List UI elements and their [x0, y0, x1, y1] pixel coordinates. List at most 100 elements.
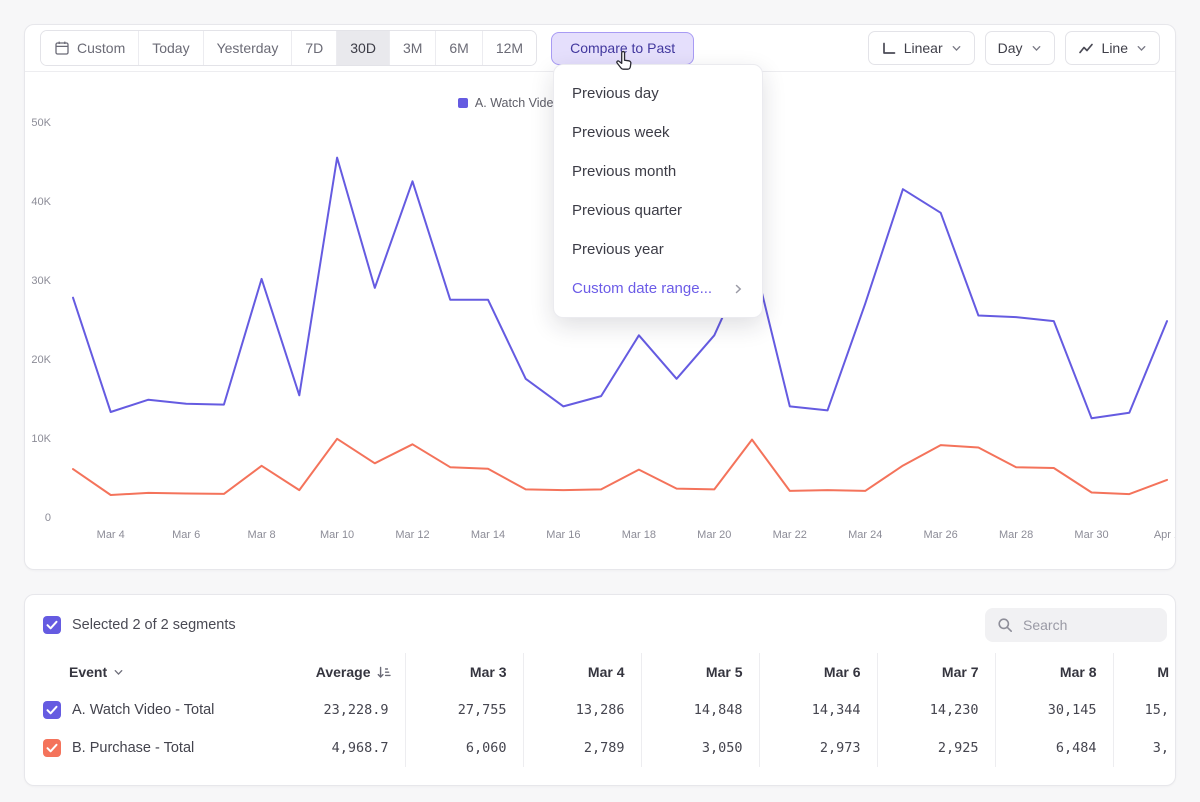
preset-6m-button[interactable]: 6M	[435, 31, 481, 65]
preset-today-button[interactable]: Today	[138, 31, 202, 65]
svg-text:Mar 16: Mar 16	[546, 529, 580, 541]
cell: 2,789	[523, 729, 641, 767]
chart-type-value: Line	[1102, 40, 1128, 56]
preset-12m-button[interactable]: 12M	[482, 31, 536, 65]
custom-date-range-label: Custom date range...	[572, 280, 712, 297]
svg-text:Mar 12: Mar 12	[395, 529, 429, 541]
svg-text:Mar 18: Mar 18	[622, 529, 656, 541]
cell: 6,060	[405, 729, 523, 767]
cell: 14,230	[877, 691, 995, 729]
sort-icon	[377, 666, 391, 679]
preset-3m-button[interactable]: 3M	[389, 31, 435, 65]
table-row-watch-video[interactable]: A. Watch Video - Total 23,228.9 27,755 1…	[25, 691, 1175, 729]
compare-menu: Previous day Previous week Previous mont…	[553, 64, 763, 318]
svg-text:40K: 40K	[31, 196, 51, 208]
search-icon	[997, 617, 1013, 633]
menu-item-custom-date-range[interactable]: Custom date range...	[554, 269, 762, 308]
date-range-segmented-control: Custom Today Yesterday 7D 30D 3M 6M 12M	[40, 30, 537, 66]
column-event[interactable]: Event	[25, 653, 281, 691]
svg-text:Mar 20: Mar 20	[697, 529, 731, 541]
compare-to-past-button[interactable]: Compare to Past	[551, 32, 694, 65]
chart-type-dropdown[interactable]: Line	[1065, 31, 1160, 65]
column-mar-5: Mar 5	[641, 653, 759, 691]
menu-item-previous-quarter[interactable]: Previous quarter	[554, 191, 762, 230]
svg-text:10K: 10K	[31, 433, 51, 445]
preset-yesterday-button[interactable]: Yesterday	[203, 31, 292, 65]
select-all-checkbox[interactable]	[43, 616, 61, 634]
column-average[interactable]: Average	[281, 653, 405, 691]
cell-clipped: 15,	[1113, 691, 1175, 729]
cell: 2,973	[759, 729, 877, 767]
line-chart-icon	[1078, 41, 1094, 56]
chevron-down-icon	[1031, 43, 1042, 54]
cell: 14,344	[759, 691, 877, 729]
scale-value: Linear	[904, 40, 943, 56]
row-checkbox[interactable]	[43, 739, 61, 757]
cell: 30,145	[995, 691, 1113, 729]
analytics-page: Custom Today Yesterday 7D 30D 3M 6M 12M …	[0, 0, 1200, 802]
search-box[interactable]	[985, 608, 1167, 642]
interval-value: Day	[998, 40, 1023, 56]
calendar-icon	[54, 40, 70, 56]
cell: 2,925	[877, 729, 995, 767]
cell: 3,050	[641, 729, 759, 767]
column-mar-3: Mar 3	[405, 653, 523, 691]
svg-text:30K: 30K	[31, 275, 51, 287]
svg-text:20K: 20K	[31, 354, 51, 366]
menu-item-previous-day[interactable]: Previous day	[554, 74, 762, 113]
cell: 13,286	[523, 691, 641, 729]
preset-label: Custom	[77, 40, 125, 56]
axis-icon	[881, 41, 896, 56]
series-label: A. Watch Video - Total	[72, 702, 214, 718]
preset-30d-button[interactable]: 30D	[336, 31, 389, 65]
menu-item-previous-week[interactable]: Previous week	[554, 113, 762, 152]
column-mar-6: Mar 6	[759, 653, 877, 691]
svg-text:Mar 24: Mar 24	[848, 529, 882, 541]
search-input[interactable]	[1021, 616, 1155, 634]
average-header-label: Average	[316, 664, 371, 680]
event-header-label: Event	[69, 664, 107, 680]
segments-bar: Selected 2 of 2 segments	[25, 595, 1175, 653]
svg-text:Mar 10: Mar 10	[320, 529, 354, 541]
selected-segments-text: Selected 2 of 2 segments	[72, 617, 236, 633]
svg-text:Apr 1: Apr 1	[1154, 529, 1175, 541]
row-checkbox[interactable]	[43, 701, 61, 719]
svg-text:Mar 30: Mar 30	[1074, 529, 1108, 541]
scale-dropdown[interactable]: Linear	[868, 31, 975, 65]
series-a-swatch	[458, 98, 468, 108]
svg-text:Mar 22: Mar 22	[773, 529, 807, 541]
preset-custom-button[interactable]: Custom	[41, 31, 138, 65]
cell: 6,484	[995, 729, 1113, 767]
series-label: B. Purchase - Total	[72, 740, 194, 756]
column-mar-8: Mar 8	[995, 653, 1113, 691]
cell-clipped: 3,	[1113, 729, 1175, 767]
segments-table: Event Average	[25, 653, 1175, 767]
preset-7d-button[interactable]: 7D	[291, 31, 336, 65]
table-header-row: Event Average	[25, 653, 1175, 691]
table-row-purchase[interactable]: B. Purchase - Total 4,968.7 6,060 2,789 …	[25, 729, 1175, 767]
chevron-down-icon	[1136, 43, 1147, 54]
cell: 14,848	[641, 691, 759, 729]
segments-table-card: Selected 2 of 2 segments Event	[24, 594, 1176, 786]
svg-text:Mar 14: Mar 14	[471, 529, 505, 541]
cell-average: 23,228.9	[281, 691, 405, 729]
menu-item-previous-year[interactable]: Previous year	[554, 230, 762, 269]
column-clipped: M	[1113, 653, 1175, 691]
cell-average: 4,968.7	[281, 729, 405, 767]
svg-text:0: 0	[45, 512, 51, 524]
column-mar-7: Mar 7	[877, 653, 995, 691]
chevron-right-icon	[732, 283, 744, 295]
chevron-down-icon	[951, 43, 962, 54]
column-mar-4: Mar 4	[523, 653, 641, 691]
chevron-down-icon	[113, 667, 124, 678]
cell: 27,755	[405, 691, 523, 729]
svg-text:Mar 28: Mar 28	[999, 529, 1033, 541]
interval-dropdown[interactable]: Day	[985, 31, 1055, 65]
svg-text:Mar 4: Mar 4	[97, 529, 125, 541]
svg-text:50K: 50K	[31, 117, 51, 129]
svg-text:Mar 8: Mar 8	[248, 529, 276, 541]
menu-item-previous-month[interactable]: Previous month	[554, 152, 762, 191]
svg-text:Mar 6: Mar 6	[172, 529, 200, 541]
chart-options-group: Linear Day Line	[868, 31, 1160, 65]
svg-text:Mar 26: Mar 26	[924, 529, 958, 541]
